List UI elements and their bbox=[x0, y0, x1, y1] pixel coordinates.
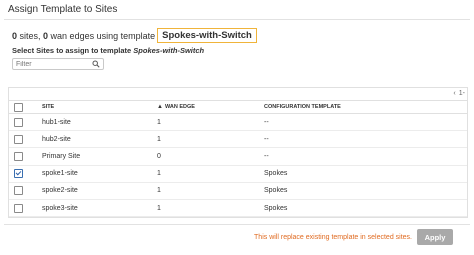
column-header-wan-edge[interactable]: ▲ WAN EDGE bbox=[157, 100, 264, 114]
template-name-badge: Spokes-with-Switch bbox=[157, 28, 257, 43]
site-cell: hub1-site bbox=[42, 113, 157, 132]
row-checkbox-cell bbox=[9, 165, 42, 183]
table-row[interactable]: spoke1-site 1 Spokes bbox=[9, 165, 467, 183]
site-cell: spoke1-site bbox=[42, 165, 157, 183]
site-cell: hub2-site bbox=[42, 130, 157, 149]
row-checkbox[interactable] bbox=[14, 186, 23, 196]
table-row[interactable]: Primary Site 0 -- bbox=[9, 147, 467, 166]
table-row[interactable]: spoke2-site 1 Spokes bbox=[9, 182, 467, 200]
wan-edge-cell: 1 bbox=[157, 199, 264, 218]
row-checkbox-cell bbox=[9, 182, 42, 200]
select-label-prefix: Select Sites to assign to template bbox=[12, 46, 134, 55]
filter-input[interactable] bbox=[16, 60, 86, 68]
table-row[interactable]: hub2-site 1 -- bbox=[9, 130, 467, 149]
site-cell: Primary Site bbox=[42, 147, 157, 166]
select-sites-label: Select Sites to assign to template Spoke… bbox=[12, 46, 204, 55]
search-icon[interactable] bbox=[92, 60, 100, 68]
apply-button[interactable]: Apply bbox=[417, 229, 453, 245]
table-row[interactable]: spoke3-site 1 Spokes bbox=[9, 199, 467, 218]
row-checkbox-cell bbox=[9, 199, 42, 218]
sort-ascending-icon: ▲ bbox=[157, 104, 163, 110]
select-all-cell bbox=[9, 100, 42, 114]
row-checkbox[interactable] bbox=[14, 117, 23, 127]
table-header-row: SITE ▲ WAN EDGE CONFIGURATION TEMPLATE bbox=[9, 100, 467, 114]
column-header-configuration-template[interactable]: CONFIGURATION TEMPLATE bbox=[264, 100, 467, 114]
row-checkbox-cell bbox=[9, 147, 42, 166]
wan-edge-cell: 1 bbox=[157, 165, 264, 183]
replace-warning: This will replace existing template in s… bbox=[254, 234, 412, 241]
dialog-title: Assign Template to Sites bbox=[8, 4, 118, 15]
table-row[interactable]: hub1-site 1 -- bbox=[9, 113, 467, 132]
site-cell: spoke3-site bbox=[42, 199, 157, 218]
row-checkbox[interactable] bbox=[14, 169, 23, 179]
configuration-template-cell: -- bbox=[264, 130, 467, 149]
configuration-template-cell: Spokes bbox=[264, 165, 467, 183]
pager: ‹ 1- bbox=[453, 90, 465, 97]
wan-edge-cell: 1 bbox=[157, 182, 264, 200]
assignment-summary: 0 sites, 0 wan edges using template Spok… bbox=[12, 28, 257, 43]
edges-text: wan edges using template bbox=[48, 30, 156, 41]
sites-text: sites, bbox=[17, 30, 44, 41]
pager-range: 1- bbox=[458, 90, 465, 97]
configuration-template-cell: -- bbox=[264, 147, 467, 166]
column-header-wan-edge-label: WAN EDGE bbox=[164, 104, 195, 110]
column-header-site[interactable]: SITE bbox=[42, 100, 157, 114]
row-checkbox[interactable] bbox=[14, 151, 23, 161]
filter-box bbox=[12, 58, 104, 70]
configuration-template-cell: Spokes bbox=[264, 199, 467, 218]
select-all-checkbox[interactable] bbox=[14, 102, 23, 112]
sites-table-container: ‹ 1- SITE ▲ WAN EDGE CONFIGURATION TEMPLAT… bbox=[8, 87, 468, 218]
select-label-template: Spokes-with-Switch bbox=[133, 46, 205, 55]
title-divider bbox=[4, 19, 470, 20]
configuration-template-cell: Spokes bbox=[264, 182, 467, 200]
wan-edge-cell: 0 bbox=[157, 147, 264, 166]
site-cell: spoke2-site bbox=[42, 182, 157, 200]
chevron-left-icon[interactable]: ‹ bbox=[453, 90, 455, 97]
row-checkbox-cell bbox=[9, 130, 42, 149]
configuration-template-cell: -- bbox=[264, 113, 467, 132]
footer-divider bbox=[4, 224, 470, 225]
wan-edge-cell: 1 bbox=[157, 113, 264, 132]
row-checkbox[interactable] bbox=[14, 134, 23, 144]
row-checkbox-cell bbox=[9, 113, 42, 132]
wan-edge-cell: 1 bbox=[157, 130, 264, 149]
sites-table: SITE ▲ WAN EDGE CONFIGURATION TEMPLATE hu… bbox=[9, 100, 467, 218]
row-checkbox[interactable] bbox=[14, 203, 23, 213]
